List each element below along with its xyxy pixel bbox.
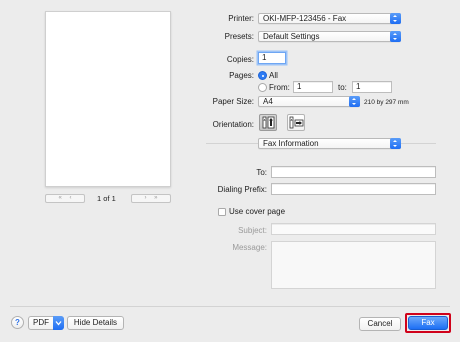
dialing-prefix-field[interactable] (271, 183, 436, 195)
orientation-label: Orientation: (212, 120, 254, 129)
section-select[interactable]: Fax Information (258, 138, 401, 149)
landscape-button[interactable] (287, 114, 305, 131)
next-page-button[interactable]: › » (131, 194, 171, 203)
pages-from-field[interactable]: 1 (293, 81, 333, 93)
pages-all-label: All (269, 71, 278, 80)
help-icon: ? (15, 318, 20, 327)
page-indicator: 1 of 1 (97, 194, 116, 203)
message-field[interactable] (271, 241, 436, 289)
next-page-icon: › (144, 195, 147, 201)
pages-all-radio[interactable] (258, 71, 267, 80)
popup-arrows-icon (349, 96, 360, 107)
presets-label: Presets: (224, 32, 254, 41)
popup-arrows-icon (390, 138, 401, 149)
printer-select[interactable]: OKI-MFP-123456 - Fax (258, 13, 401, 24)
section-value: Fax Information (263, 139, 319, 148)
presets-select[interactable]: Default Settings (258, 31, 401, 42)
dialing-prefix-label: Dialing Prefix: (217, 185, 267, 194)
cover-page-checkbox[interactable] (218, 208, 226, 216)
subject-field[interactable] (271, 223, 436, 235)
footer-divider (10, 306, 450, 307)
popup-arrows-icon (390, 31, 401, 42)
prev-page-icon: ‹ (69, 195, 72, 201)
to-field[interactable] (271, 166, 436, 178)
hide-details-button[interactable]: Hide Details (67, 316, 124, 330)
help-button[interactable]: ? (11, 316, 24, 329)
pdf-button[interactable]: PDF (28, 316, 64, 330)
popup-arrows-icon (390, 13, 401, 24)
paper-size-label: Paper Size: (212, 97, 254, 106)
pages-from-label: From: (269, 83, 290, 92)
pdf-label: PDF (33, 318, 49, 327)
first-page-icon: « (58, 195, 62, 201)
paper-size-select[interactable]: A4 (258, 96, 360, 107)
subject-label: Subject: (238, 226, 267, 235)
pages-to-label: to: (338, 83, 347, 92)
printer-label: Printer: (228, 14, 254, 23)
chevron-down-icon (53, 316, 64, 330)
paper-dimensions: 210 by 297 mm (364, 99, 409, 106)
cancel-button[interactable]: Cancel (359, 317, 401, 331)
portrait-button[interactable] (259, 114, 277, 131)
paper-size-value: A4 (263, 97, 273, 106)
pages-to-field[interactable]: 1 (352, 81, 392, 93)
first-page-button[interactable]: « ‹ (45, 194, 85, 203)
preview-nav: « ‹ 1 of 1 › » (45, 194, 171, 204)
page-preview (45, 11, 171, 187)
portrait-orientation-icon (262, 116, 275, 129)
copies-field[interactable]: 1 (258, 52, 286, 64)
message-label: Message: (232, 243, 267, 252)
pages-label: Pages: (229, 71, 254, 80)
copies-label: Copies: (226, 55, 254, 64)
landscape-orientation-icon (289, 116, 304, 129)
printer-value: OKI-MFP-123456 - Fax (263, 14, 347, 23)
to-label: To: (256, 168, 267, 177)
fax-button[interactable]: Fax (408, 316, 448, 330)
last-page-icon: » (154, 195, 158, 201)
presets-value: Default Settings (263, 32, 320, 41)
cover-page-label: Use cover page (229, 207, 286, 216)
pages-from-radio[interactable] (258, 83, 267, 92)
